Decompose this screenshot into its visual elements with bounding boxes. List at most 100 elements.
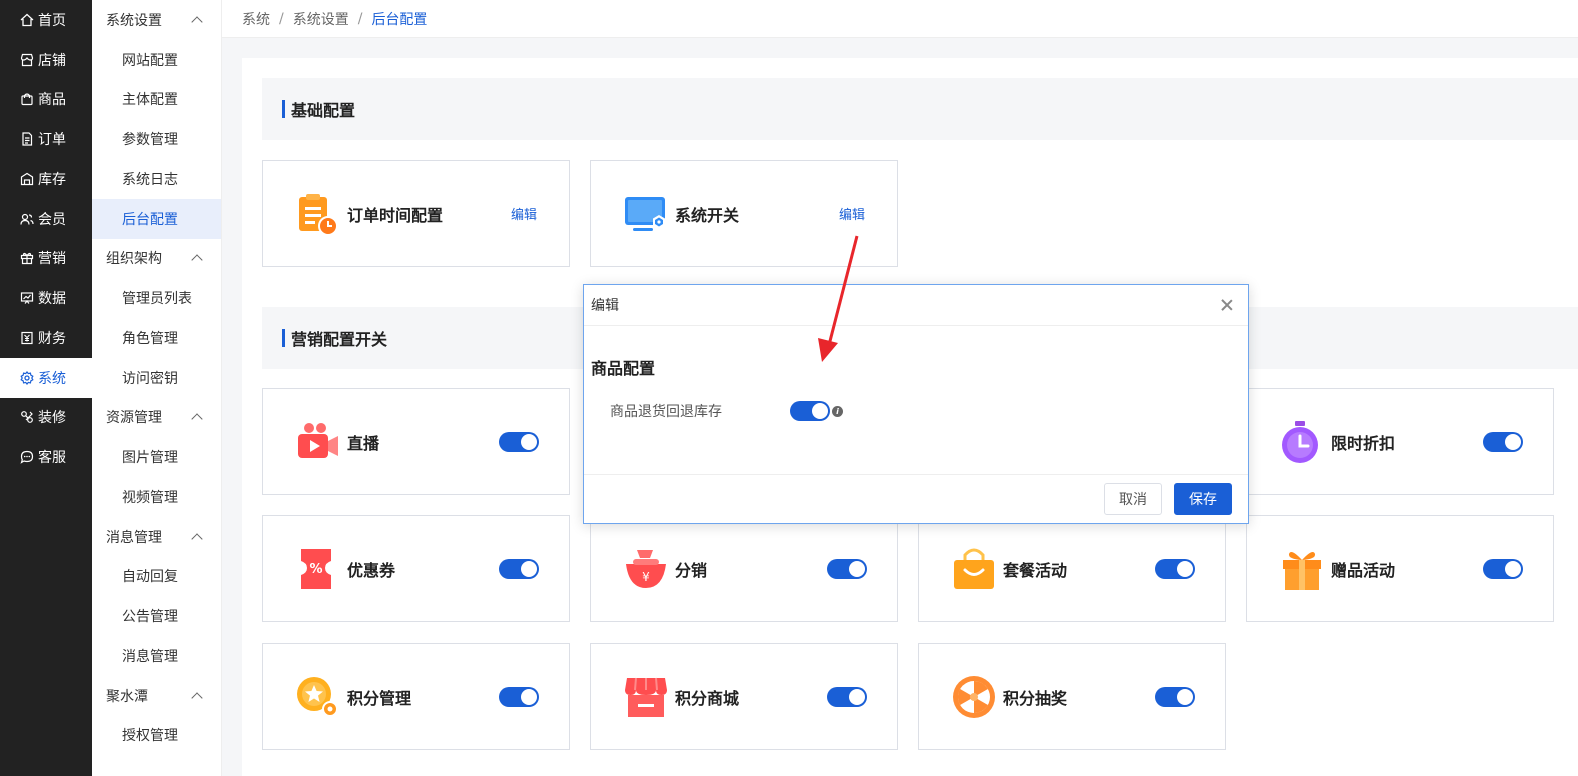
gift-activity-toggle[interactable] xyxy=(1483,558,1523,579)
live-toggle[interactable] xyxy=(499,431,539,452)
submenu-group-messages[interactable]: 消息管理 xyxy=(92,517,221,557)
card-flash-discount: 限时折扣 xyxy=(1246,388,1554,495)
card-title: 订单时间配置 xyxy=(347,205,444,225)
nav-label: 数据 xyxy=(38,291,66,308)
form-row-return-stock: 商品退货回退库存 i xyxy=(610,401,843,421)
cancel-button[interactable]: 取消 xyxy=(1104,483,1162,515)
submenu-item-roles[interactable]: 角色管理 xyxy=(92,318,221,358)
edit-link[interactable]: 编辑 xyxy=(839,204,865,223)
points-management-toggle[interactable] xyxy=(499,686,539,707)
chevron-up-icon xyxy=(191,691,203,704)
submenu-item-images[interactable]: 图片管理 xyxy=(92,437,221,477)
submenu-group-resources[interactable]: 资源管理 xyxy=(92,398,221,438)
gift-icon xyxy=(20,253,34,265)
submenu-item-params[interactable]: 参数管理 xyxy=(92,119,221,159)
card-live: 直播 xyxy=(262,388,570,495)
submenu-item-system-log[interactable]: 系统日志 xyxy=(92,159,221,199)
nav-label: 客服 xyxy=(38,450,66,467)
lottery-wheel-icon xyxy=(953,675,995,718)
submenu-item-authorization[interactable]: 授权管理 xyxy=(92,716,221,756)
nav-label: 财务 xyxy=(38,330,66,347)
card-gift-activity: 赠品活动 xyxy=(1246,515,1554,622)
group-label: 聚水潭 xyxy=(106,688,148,705)
return-stock-toggle[interactable] xyxy=(790,401,830,421)
nav-item-data[interactable]: 数据 xyxy=(0,278,92,318)
submenu-item-videos[interactable]: 视频管理 xyxy=(92,477,221,517)
card-points-mall: 积分商城 xyxy=(590,643,898,750)
chevron-up-icon xyxy=(191,413,203,426)
nav-label: 营销 xyxy=(38,251,66,268)
submenu-item-access-keys[interactable]: 访问密钥 xyxy=(92,358,221,398)
card-points-lottery: 积分抽奖 xyxy=(918,643,1226,750)
nav-item-marketing[interactable]: 营销 xyxy=(0,239,92,279)
chevron-up-icon xyxy=(191,532,203,545)
distribution-toggle[interactable] xyxy=(827,558,867,579)
points-lottery-toggle[interactable] xyxy=(1155,686,1195,707)
submenu-item-entity-config[interactable]: 主体配置 xyxy=(92,80,221,120)
group-label: 消息管理 xyxy=(106,529,162,546)
finance-icon xyxy=(21,331,33,344)
section-accent-bar xyxy=(282,100,285,118)
nav-item-system[interactable]: 系统 xyxy=(0,357,92,398)
nav-item-goods[interactable]: 商品 xyxy=(0,80,92,120)
nav-label: 店铺 xyxy=(38,52,66,69)
users-icon xyxy=(20,213,34,225)
card-points-management: 积分管理 xyxy=(262,643,570,750)
package-toggle[interactable] xyxy=(1155,558,1195,579)
breadcrumb-item[interactable]: 系统设置 xyxy=(293,9,349,29)
card-title: 积分管理 xyxy=(347,688,412,708)
breadcrumb-separator: / xyxy=(357,10,363,27)
nav-item-members[interactable]: 会员 xyxy=(0,199,92,239)
submenu-item-announcements[interactable]: 公告管理 xyxy=(92,596,221,636)
card-title: 积分商城 xyxy=(675,688,740,708)
card-title: 分销 xyxy=(675,560,708,580)
submenu-group-org[interactable]: 组织架构 xyxy=(92,239,221,279)
card-coupon: % 优惠券 xyxy=(262,515,570,622)
card-system-switch: 系统开关 编辑 xyxy=(590,160,898,267)
nav-item-decoration[interactable]: 装修 xyxy=(0,398,92,438)
nav-label: 首页 xyxy=(38,12,66,29)
nav-item-service[interactable]: 客服 xyxy=(0,437,92,477)
submenu-item-backend-config[interactable]: 后台配置 xyxy=(92,198,221,239)
breadcrumb: 系统 / 系统设置 / 后台配置 xyxy=(222,0,1578,38)
main-nav: 首页 店铺 商品 订单 库存 会员 营销 数据 财务 系统 装修 客服 xyxy=(0,0,92,776)
svg-text:%: % xyxy=(309,562,322,577)
nav-item-home[interactable]: 首页 xyxy=(0,0,92,40)
dialog-header: 编辑 xyxy=(584,285,1248,326)
nav-label: 装修 xyxy=(38,410,66,427)
info-icon[interactable]: i xyxy=(832,405,843,417)
edit-link[interactable]: 编辑 xyxy=(511,204,537,223)
save-button[interactable]: 保存 xyxy=(1174,483,1232,515)
section-title: 基础配置 xyxy=(291,101,356,120)
flash-discount-toggle[interactable] xyxy=(1483,431,1523,452)
nav-item-inventory[interactable]: 库存 xyxy=(0,159,92,199)
card-title: 系统开关 xyxy=(675,205,740,225)
live-camera-icon xyxy=(298,422,338,458)
submenu-item-messages[interactable]: 消息管理 xyxy=(92,636,221,676)
close-icon[interactable] xyxy=(1220,298,1234,312)
coupon-toggle[interactable] xyxy=(499,558,539,579)
nav-item-finance[interactable]: 财务 xyxy=(0,318,92,358)
points-mall-toggle[interactable] xyxy=(827,686,867,707)
clipboard-clock-icon xyxy=(299,193,338,236)
submenu-group-jushuitan[interactable]: 聚水潭 xyxy=(92,676,221,716)
coupon-icon: % xyxy=(301,548,331,589)
nav-item-orders[interactable]: 订单 xyxy=(0,119,92,159)
nav-label: 会员 xyxy=(38,211,66,228)
warehouse-icon xyxy=(20,172,34,185)
card-title: 套餐活动 xyxy=(1003,560,1068,580)
chevron-up-icon xyxy=(191,16,203,28)
card-package: 套餐活动 xyxy=(918,515,1226,622)
group-label: 系统设置 xyxy=(106,12,162,29)
submenu-group-system-settings[interactable]: 系统设置 xyxy=(92,0,221,40)
breadcrumb-item[interactable]: 系统 xyxy=(242,9,270,29)
submenu-item-auto-reply[interactable]: 自动回复 xyxy=(92,557,221,597)
nav-label: 订单 xyxy=(38,132,66,149)
submenu-item-admins[interactable]: 管理员列表 xyxy=(92,278,221,318)
card-title: 优惠券 xyxy=(347,560,396,580)
form-label: 商品退货回退库存 xyxy=(610,404,722,420)
home-icon xyxy=(20,13,34,27)
submenu-item-website-config[interactable]: 网站配置 xyxy=(92,40,221,80)
document-icon xyxy=(22,132,33,146)
nav-item-store[interactable]: 店铺 xyxy=(0,40,92,80)
